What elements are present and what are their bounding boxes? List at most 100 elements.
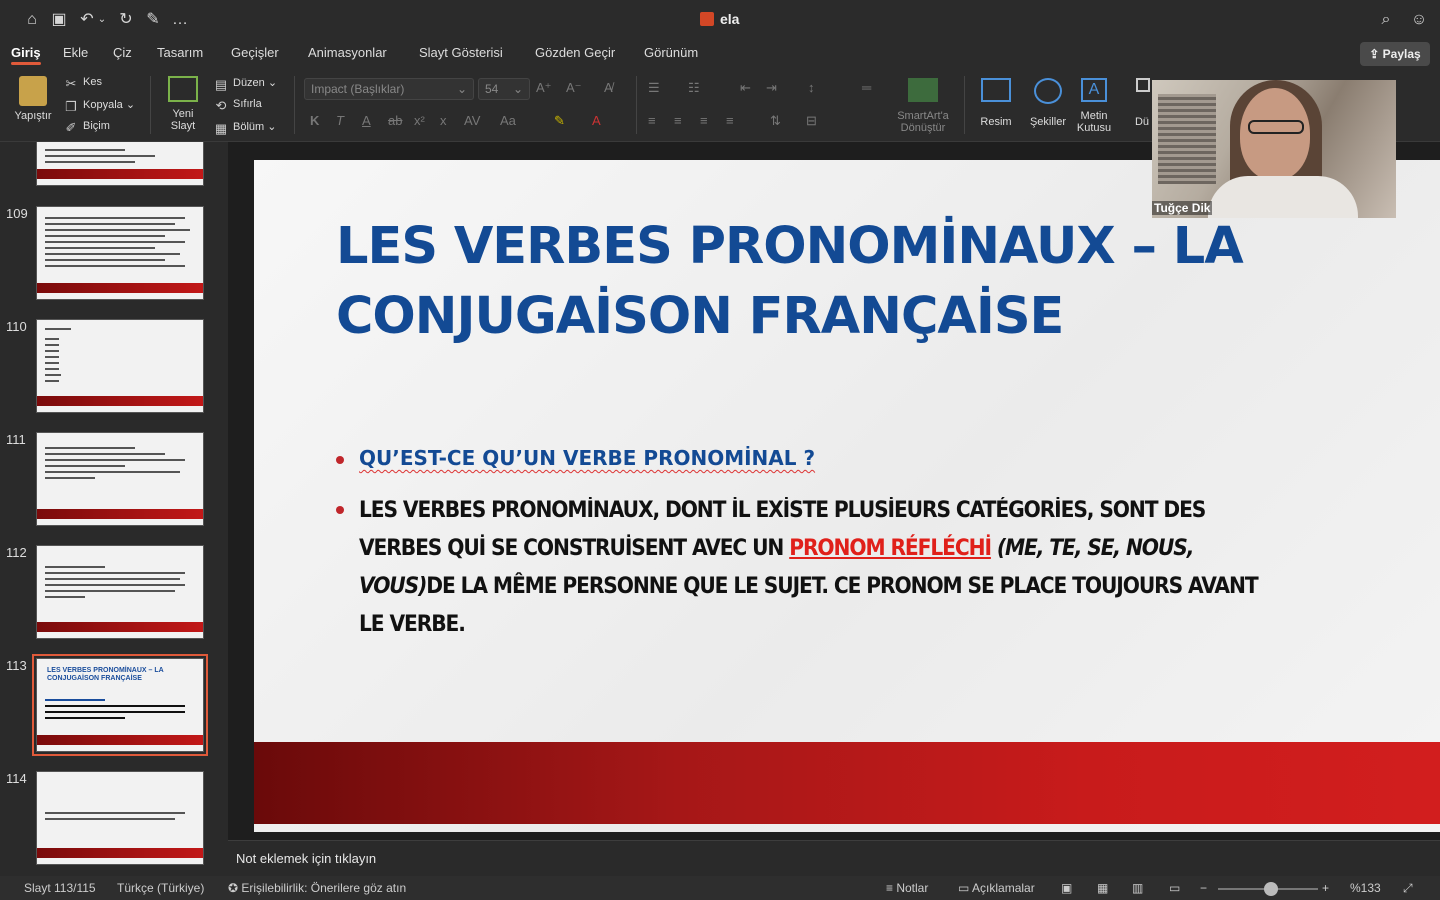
thumbnail-text-line	[45, 259, 165, 261]
char-spacing-icon[interactable]: AV	[464, 113, 480, 128]
arrange-button[interactable]: Dü	[1132, 78, 1152, 128]
bullets-icon[interactable]: ☰	[648, 80, 660, 96]
paste-button[interactable]: Yapıştır	[12, 76, 54, 122]
reading-view-icon[interactable]: ▥	[1132, 881, 1143, 895]
slide-title[interactable]: LES VERBES PRONOMİNAUX – LA CONJUGAİSON …	[336, 212, 1296, 352]
accessibility-status[interactable]: ✪ Erişilebilirlik: Önerilere göz atın	[228, 881, 406, 895]
customize-icon[interactable]: ✎	[142, 9, 164, 31]
tab-review[interactable]: Gözden Geçir	[535, 45, 615, 60]
layout-button[interactable]: ▤ Düzen ⌄	[214, 76, 277, 92]
normal-view-icon[interactable]: ▣	[1061, 881, 1072, 895]
thumbnail-text-line	[45, 362, 59, 364]
notes-button[interactable]: ≡ Notlar	[886, 881, 928, 895]
shrink-font-icon[interactable]: A⁻	[566, 80, 582, 96]
zoom-in-button[interactable]: +	[1322, 881, 1329, 895]
numbering-icon[interactable]: ☷	[688, 80, 700, 96]
columns-icon[interactable]: ═	[862, 80, 871, 95]
tab-view[interactable]: Görünüm	[644, 45, 698, 60]
slide-thumbnail-panel[interactable]: 109 110 111 112 113 LES VERBES PRONOMİNA…	[0, 142, 228, 876]
smartart-convert-button[interactable]: SmartArt'a Dönüştür	[890, 78, 956, 134]
home-icon[interactable]: ⌂	[21, 9, 43, 31]
grow-font-icon[interactable]: A⁺	[536, 80, 552, 96]
line-spacing-icon[interactable]: ↕	[808, 80, 815, 95]
slide-thumbnail[interactable]	[36, 319, 204, 413]
picture-button[interactable]: Resim	[972, 78, 1020, 128]
justify-icon[interactable]: ≡	[726, 113, 734, 128]
font-name-select[interactable]: Impact (Başlıklar) ⌄	[304, 78, 474, 100]
increase-indent-icon[interactable]: ⇥	[766, 80, 777, 96]
video-call-overlay[interactable]	[1152, 80, 1396, 218]
thumbnail-red-band	[37, 396, 203, 406]
align-right-icon[interactable]: ≡	[700, 113, 708, 128]
slide-thumbnail[interactable]	[36, 142, 204, 186]
thumbnail-text-line	[45, 572, 185, 574]
thumbnail-red-band	[37, 735, 203, 745]
slide-thumbnail[interactable]	[36, 545, 204, 639]
redo-icon[interactable]: ↻	[115, 9, 137, 31]
zoom-out-button[interactable]: −	[1200, 881, 1207, 895]
chevron-down-icon[interactable]: ⌄	[96, 9, 108, 31]
change-case-icon[interactable]: Aa	[500, 113, 516, 128]
tab-insert[interactable]: Ekle	[63, 45, 88, 60]
font-size-select[interactable]: 54 ⌄	[478, 78, 530, 100]
decrease-indent-icon[interactable]: ⇤	[740, 80, 751, 96]
ribbon-divider	[964, 76, 965, 134]
tab-draw[interactable]: Çiz	[113, 45, 132, 60]
section-button[interactable]: ▦ Bölüm ⌄	[214, 120, 277, 136]
bullet-text[interactable]: QU’EST-CE QU’UN VERBE PRONOMİNAL ?	[359, 446, 815, 470]
bold-icon[interactable]: K	[310, 113, 319, 128]
slide-thumbnail[interactable]	[36, 771, 204, 865]
thumbnail-number: 111	[6, 432, 26, 447]
account-icon[interactable]: ☺	[1408, 9, 1430, 31]
picture-icon	[981, 78, 1011, 102]
tab-transitions[interactable]: Geçişler	[231, 45, 279, 60]
tab-slideshow[interactable]: Slayt Gösterisi	[419, 45, 503, 60]
zoom-slider-handle[interactable]	[1264, 882, 1278, 896]
slide-sorter-icon[interactable]: ▦	[1097, 881, 1108, 895]
thumbnail-number: 109	[6, 206, 28, 221]
subscript-icon[interactable]: x	[440, 113, 447, 128]
language-indicator[interactable]: Türkçe (Türkiye)	[117, 881, 204, 895]
highlight-icon[interactable]: ✎	[554, 113, 565, 129]
textbox-button[interactable]: A Metin Kutusu	[1072, 78, 1116, 134]
search-icon[interactable]: ⌕	[1375, 9, 1397, 31]
align-text-icon[interactable]: ⊟	[806, 113, 817, 129]
slideshow-icon[interactable]: ▭	[1169, 881, 1180, 895]
tab-design[interactable]: Tasarım	[157, 45, 203, 60]
format-painter-button[interactable]: ✐ Biçim	[64, 120, 110, 135]
italic-icon[interactable]: T	[336, 113, 344, 128]
tab-animations[interactable]: Animasyonlar	[308, 45, 387, 60]
cut-button[interactable]: ✂ Kes	[64, 76, 102, 91]
comments-button[interactable]: ▭ Açıklamalar	[958, 881, 1035, 895]
more-icon[interactable]: …	[169, 9, 191, 31]
align-left-icon[interactable]: ≡	[648, 113, 656, 128]
strikethrough-icon[interactable]: ab	[388, 113, 402, 128]
copy-button[interactable]: ❐ Kopyala ⌄	[64, 98, 135, 114]
current-slide[interactable]: LES VERBES PRONOMİNAUX – LA CONJUGAİSON …	[254, 160, 1440, 832]
text-direction-icon[interactable]: ⇅	[770, 113, 781, 129]
fit-to-window-icon[interactable]: ⤢	[1403, 881, 1413, 896]
align-center-icon[interactable]: ≡	[674, 113, 682, 128]
new-slide-button[interactable]: Yeni Slayt	[160, 76, 206, 132]
font-color-icon[interactable]: A	[592, 113, 601, 128]
slide-thumbnail[interactable]	[36, 432, 204, 526]
undo-icon[interactable]: ↶	[76, 9, 98, 31]
share-button[interactable]: ⇪ Paylaş	[1360, 42, 1430, 66]
superscript-icon[interactable]: x²	[414, 113, 425, 128]
video-person-face	[1240, 88, 1310, 180]
slide-red-band	[254, 742, 1440, 824]
clear-format-icon[interactable]: A̸	[604, 80, 613, 95]
save-icon[interactable]: ▣	[48, 9, 70, 31]
notes-pane[interactable]: Not eklemek için tıklayın	[228, 840, 1440, 876]
reset-icon: ⟲	[215, 98, 227, 113]
bullet-text[interactable]: LES VERBES PRONOMİNAUX, DONT İL EXİSTE P…	[359, 492, 1265, 644]
slide-thumbnail-selected[interactable]: LES VERBES PRONOMİNAUX – LA CONJUGAİSON …	[32, 654, 208, 756]
underline-icon[interactable]: A	[362, 113, 371, 128]
thumbnail-text-line	[45, 149, 125, 151]
zoom-level[interactable]: %133	[1350, 881, 1381, 895]
shapes-button[interactable]: Şekiller	[1024, 78, 1072, 128]
reset-button[interactable]: ⟲ Sıfırla	[214, 98, 262, 113]
thumbnail-red-band	[37, 509, 203, 519]
slide-thumbnail[interactable]	[36, 206, 204, 300]
tab-home[interactable]: Giriş	[11, 45, 41, 65]
